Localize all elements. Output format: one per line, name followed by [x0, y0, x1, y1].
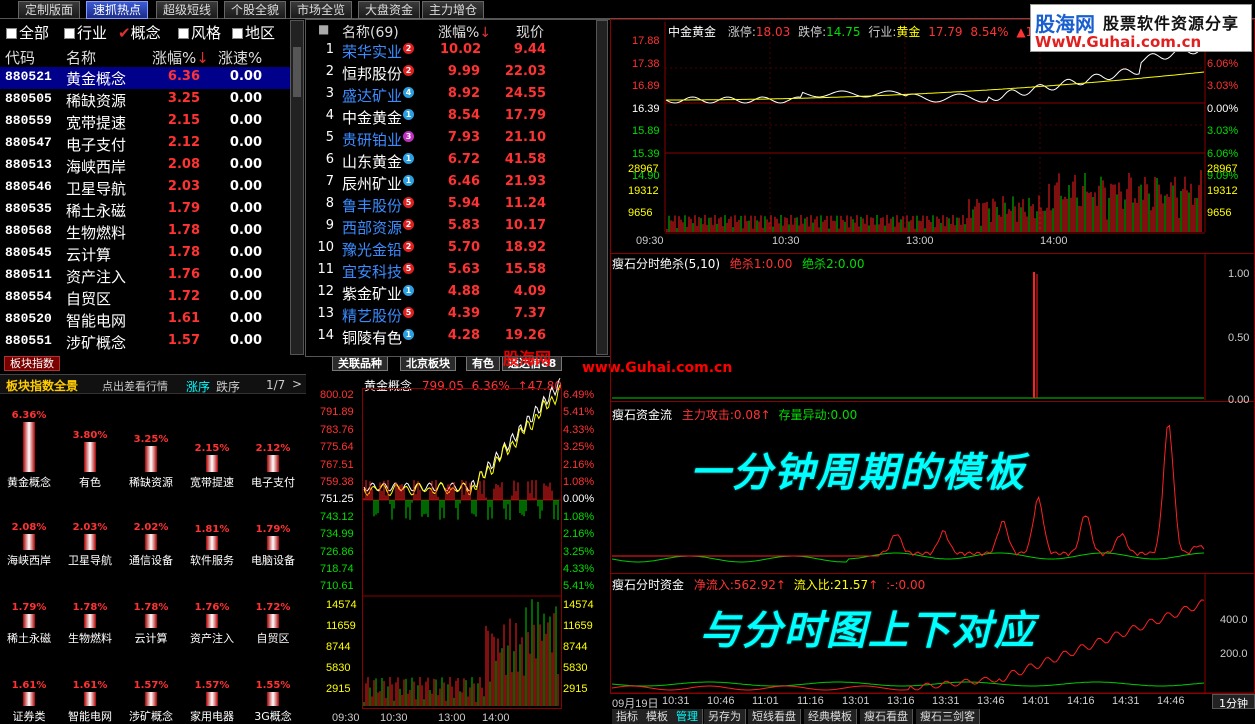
stock-vol-label: 19312 — [628, 185, 659, 197]
time-axis-label: 11:01 — [752, 695, 779, 707]
ind1-axis-label: 0.00 — [1228, 394, 1250, 406]
stock-time-label: 14:00 — [1040, 235, 1068, 247]
stock-vol-label: 28967 — [628, 163, 659, 175]
up-arrow-icon: ↑ — [775, 578, 786, 592]
bottom-tab-6[interactable]: 瘦石看盘 — [860, 709, 913, 724]
stock-y-pct-label: 6.06% — [1207, 147, 1239, 160]
stock-time-label: 13:00 — [906, 235, 934, 247]
stock-time-label: 09:30 — [636, 235, 664, 247]
bottom-tab-4[interactable]: 短线看盘 — [748, 709, 801, 724]
stock-pct: 8.54% — [970, 25, 1009, 39]
stock-y-label: 16.89 — [632, 80, 660, 92]
stock-price: 17.79 — [928, 25, 963, 39]
time-axis-label: 13:16 — [887, 695, 915, 707]
logo-subtitle: 股票软件资源分享 — [1103, 14, 1240, 33]
stock-y-label: 17.88 — [632, 35, 660, 47]
indicator2-header: 瘦石资金流 主力攻击:0.08↑ 存量异动:0.00 — [612, 408, 858, 422]
logo-url: WwW.Guhai.com.cn — [1035, 33, 1202, 51]
stock-time-label: 10:30 — [772, 235, 800, 247]
stock-vol-label: 9656 — [628, 207, 653, 219]
stock-y-pct-label: 3.03% — [1207, 80, 1239, 92]
bottom-tab-1[interactable]: 模板 — [642, 709, 673, 724]
site-logo: 股海网 股票软件资源分享 WwW.Guhai.com.cn — [1030, 4, 1252, 52]
stock-y-pct-label: 6.06% — [1207, 57, 1239, 70]
time-axis-label: 14:31 — [1112, 695, 1140, 707]
time-axis-label: 13:01 — [842, 695, 870, 707]
stock-y-label: 16.39 — [632, 102, 660, 115]
stock-y-pct-label: 0.00% — [1207, 102, 1239, 115]
stock-price-line — [665, 45, 1205, 104]
bottom-tab-5[interactable]: 经典模板 — [804, 709, 857, 724]
overlay-caption-2: 与分时图上下对应 — [700, 607, 1036, 654]
stock-vol-label: 9656 — [1207, 207, 1232, 219]
period-button[interactable]: 1分钟 — [1212, 694, 1255, 710]
overlay-caption-1: 一分钟周期的模板 — [690, 449, 1026, 496]
ind2-green-line — [611, 552, 1205, 563]
time-axis-label: 14:46 — [1157, 695, 1185, 707]
stock-name: 中金黄金 — [668, 25, 717, 39]
time-axis-label: 14:01 — [1022, 695, 1050, 707]
stock-avg-line — [666, 71, 1205, 101]
industry-value: 黄金 — [896, 25, 921, 39]
limit-up-price: 18.03 — [755, 25, 791, 39]
time-axis-label: 10:31 — [662, 695, 690, 707]
indicator1-header: 瘦石分时绝杀(5,10) 绝杀1:0.00 绝杀2:0.00 — [612, 257, 865, 271]
index-avg-line — [363, 384, 561, 497]
ind1-axis-label: 0.50 — [1228, 332, 1250, 344]
bottom-tab-2[interactable]: 管理 — [672, 709, 703, 724]
ind3-axis-label: 200.0 — [1220, 648, 1248, 660]
stock-y-label: 15.39 — [632, 147, 660, 160]
bottom-tab-0[interactable]: 指标 — [612, 709, 643, 724]
charts-svg — [305, 19, 1255, 709]
stock-y-label: 17.38 — [632, 57, 660, 70]
stock-vol-label: 19312 — [1207, 185, 1238, 197]
time-axis-label: 13:46 — [977, 695, 1005, 707]
panel-border — [610, 253, 1255, 402]
up-arrow-icon: ↑ — [868, 578, 879, 592]
stock-y-label: 15.89 — [632, 125, 660, 137]
bottom-tab-3[interactable]: 另存为 — [704, 709, 746, 724]
ind1-axis-label: 1.00 — [1228, 268, 1250, 280]
stock-chart-header: 中金黄金 涨停:18.03 跌停:14.75 行业:黄金 17.79 8.54%… — [668, 23, 1052, 40]
index-price-line — [363, 377, 561, 492]
panel-border — [305, 19, 611, 357]
time-axis-label: 10:46 — [707, 695, 735, 707]
time-axis-label: 11:16 — [797, 695, 824, 707]
stock-vol-label: 28967 — [1207, 163, 1238, 175]
bottom-tab-7[interactable]: 瘦石三剑客 — [916, 709, 980, 724]
stock-y-pct-label: 3.03% — [1207, 125, 1239, 137]
limit-down-price: 14.75 — [826, 25, 861, 39]
up-arrow-icon: ↑ — [760, 408, 771, 422]
time-axis-label: 13:31 — [932, 695, 960, 707]
ind3-green-line — [611, 681, 1205, 687]
time-axis-label: 14:16 — [1067, 695, 1095, 707]
indicator3-header: 瘦石分时资金 净流入:562.92↑ 流入比:21.57↑ :-:0.00 — [612, 578, 926, 592]
ind3-axis-label: 400.0 — [1220, 614, 1248, 626]
